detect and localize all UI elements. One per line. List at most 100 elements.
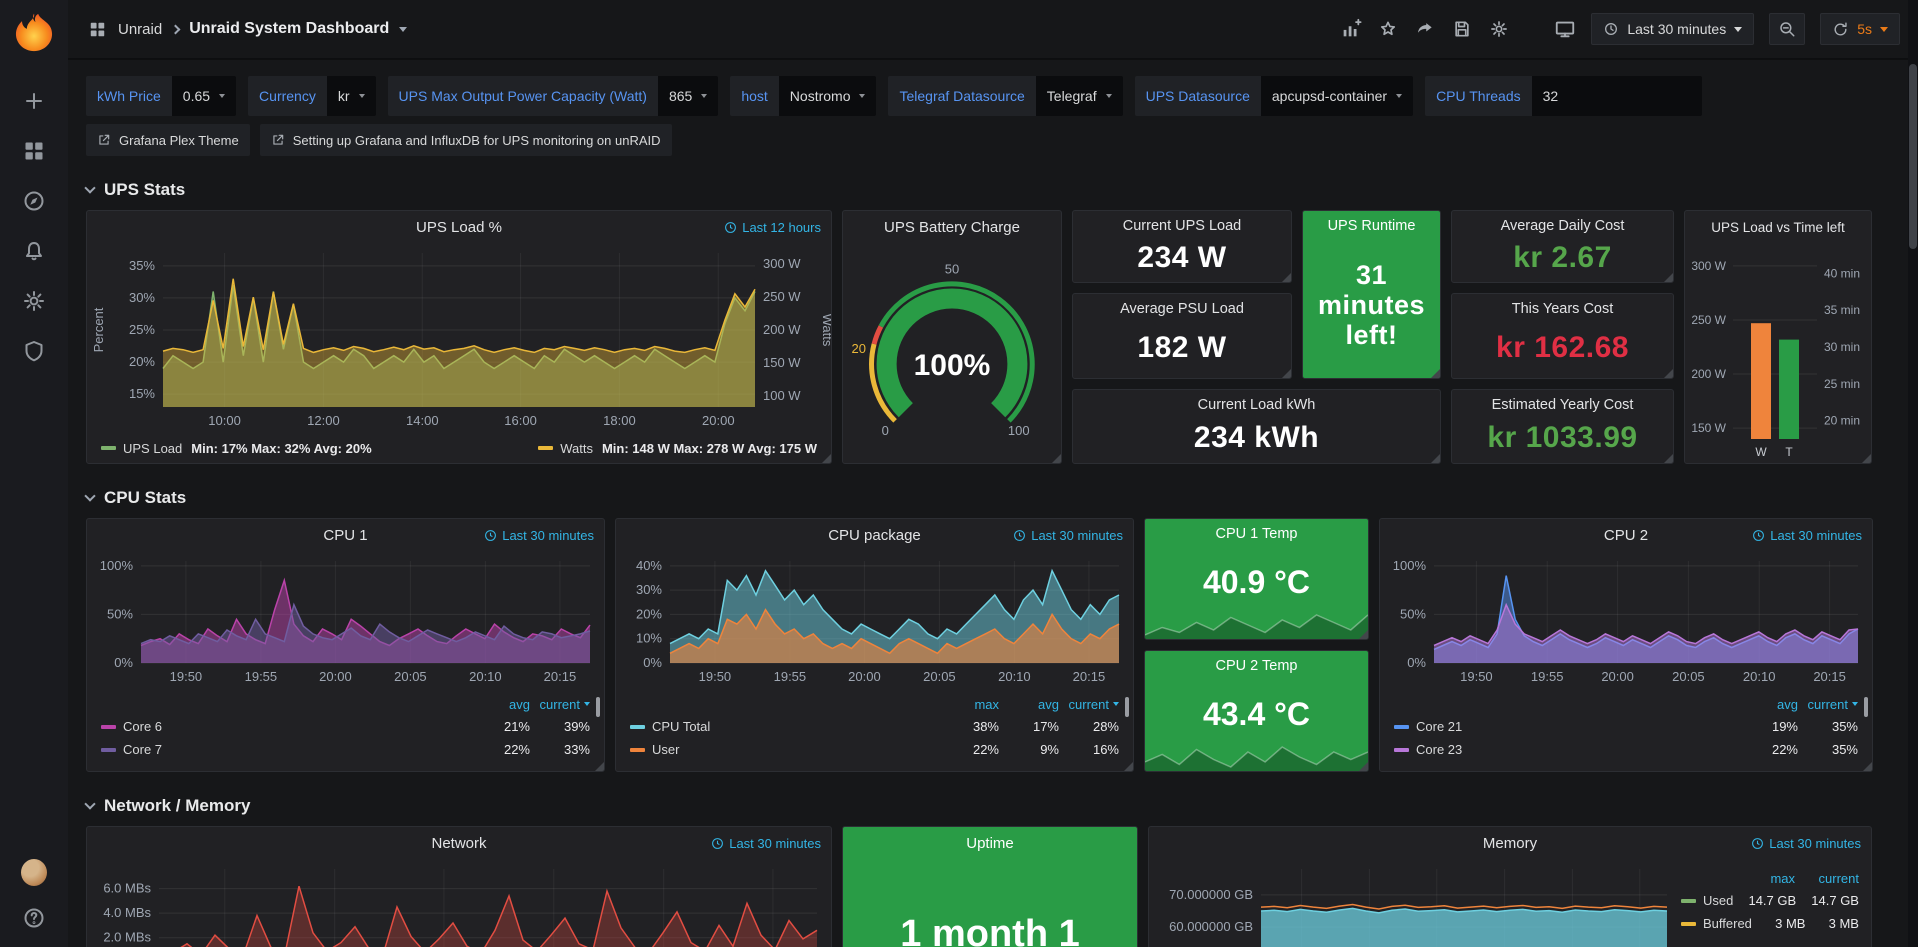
section-cpu-stats[interactable]: CPU Stats: [86, 488, 1918, 508]
panel-title[interactable]: Current Load kWh: [1073, 390, 1440, 413]
breadcrumb-dashboard-title[interactable]: Unraid System Dashboard: [189, 20, 389, 38]
legend-scrollbar[interactable]: [1125, 697, 1129, 717]
page-scrollbar[interactable]: [1908, 0, 1918, 947]
series-marker: [1394, 725, 1409, 729]
grafana-logo-icon[interactable]: [13, 12, 55, 54]
breadcrumb-folder[interactable]: Unraid: [118, 21, 162, 38]
ups-load-chart[interactable]: 10:0012:0014:0016:0018:0020:0015%20%25%3…: [87, 243, 831, 433]
legend-series-name[interactable]: CPU Total: [630, 719, 939, 734]
dashboard-switch-caret-icon[interactable]: [399, 27, 407, 32]
variable-dropdown[interactable]: Telegraf: [1036, 76, 1123, 116]
link-grafana-plex-theme[interactable]: Grafana Plex Theme: [86, 124, 250, 156]
user-avatar[interactable]: [21, 859, 47, 885]
save-button[interactable]: [1451, 18, 1473, 40]
cpu-threads-input[interactable]: [1532, 76, 1702, 116]
refresh-interval-caret-icon[interactable]: [1880, 27, 1888, 32]
dashboard-links-row: Grafana Plex Theme Setting up Grafana an…: [86, 124, 1918, 156]
legend-sort-avg[interactable]: avg: [999, 697, 1059, 712]
legend-sort-avg[interactable]: avg: [470, 697, 530, 712]
navbar-actions: Last 30 minutes 5s: [1340, 13, 1900, 45]
star-button[interactable]: [1377, 18, 1399, 40]
server-admin-shield-icon[interactable]: [21, 338, 47, 364]
panel-title[interactable]: Estimated Yearly Cost: [1452, 390, 1673, 413]
legend-series-watts[interactable]: Watts Min: 148 W Max: 278 W Avg: 175 W: [538, 441, 817, 456]
panel-title[interactable]: Current UPS Load: [1073, 211, 1291, 234]
legend-scrollbar[interactable]: [596, 697, 600, 717]
cpu-package-chart[interactable]: 19:5019:5520:0020:0520:1020:150%10%20%30…: [616, 551, 1133, 689]
panel-title[interactable]: UPS Runtime: [1303, 211, 1440, 234]
chart-legend: avg current Core 21 19% 35% Core 23 22% …: [1380, 689, 1872, 761]
legend-sort-avg[interactable]: avg: [1738, 697, 1798, 712]
battery-gauge-chart[interactable]: 02050100100%: [843, 243, 1061, 463]
clock-icon: [1013, 529, 1026, 542]
clock-icon: [1603, 21, 1619, 37]
dashboard-settings-button[interactable]: [1488, 18, 1510, 40]
alerting-bell-icon[interactable]: [21, 238, 47, 264]
zoom-out-button[interactable]: [1769, 13, 1805, 45]
explore-icon[interactable]: [21, 188, 47, 214]
dashboards-icon[interactable]: [21, 138, 47, 164]
section-network-memory[interactable]: Network / Memory: [86, 796, 1918, 816]
legend-series-name[interactable]: Core 23: [1394, 742, 1738, 757]
time-range-picker[interactable]: Last 30 minutes: [1591, 13, 1754, 45]
panel-title[interactable]: UPS Load vs Time left: [1711, 220, 1845, 235]
legend-sort-current[interactable]: current: [1798, 697, 1858, 712]
legend-series-name[interactable]: Core 7: [101, 742, 470, 757]
panel-title[interactable]: UPS Load %: [416, 219, 502, 236]
cpu1-chart[interactable]: 19:5019:5520:0020:0520:1020:150%50%100%: [87, 551, 604, 689]
svg-text:19:50: 19:50: [699, 669, 732, 684]
legend-sort-current[interactable]: current: [1795, 871, 1859, 886]
section-ups-stats[interactable]: UPS Stats: [86, 180, 1918, 200]
variable-dropdown[interactable]: 0.65: [172, 76, 236, 116]
variable-dropdown[interactable]: 865: [658, 76, 718, 116]
legend-sort-current[interactable]: current: [530, 697, 590, 712]
svg-text:2.0 MBs: 2.0 MBs: [103, 930, 151, 945]
panel-title[interactable]: CPU 2: [1604, 527, 1648, 544]
legend-series-name[interactable]: Used: [1681, 893, 1733, 908]
load-vs-time-bar-chart[interactable]: 150 W200 W250 W300 W20 min25 min30 min35…: [1685, 243, 1871, 463]
link-ups-monitoring-guide[interactable]: Setting up Grafana and InfluxDB for UPS …: [260, 124, 672, 156]
legend-value: 9%: [999, 742, 1059, 757]
panel-title[interactable]: CPU 1: [323, 527, 367, 544]
collapse-chevron-icon: [84, 490, 95, 501]
legend-series-name[interactable]: Core 6: [101, 719, 470, 734]
panel-title[interactable]: Average PSU Load: [1073, 294, 1291, 317]
legend-sort-current[interactable]: current: [1059, 697, 1119, 712]
legend-series-name[interactable]: Buffered: [1681, 916, 1752, 931]
network-chart[interactable]: 19:5019:5520:0020:0520:1020:152.0 MBs4.0…: [87, 859, 831, 947]
variable-dropdown[interactable]: kr: [327, 76, 376, 116]
configuration-gear-icon[interactable]: [21, 288, 47, 314]
help-icon[interactable]: [21, 905, 47, 931]
variable-dropdown[interactable]: apcupsd-container: [1261, 76, 1413, 116]
variable-dropdown[interactable]: Nostromo: [779, 76, 877, 116]
cpu2-chart[interactable]: 19:5019:5520:0020:0520:1020:150%50%100%: [1380, 551, 1872, 689]
dashboard-grid-icon[interactable]: [86, 18, 108, 40]
legend-series-ups-load[interactable]: UPS Load Min: 17% Max: 32% Avg: 20%: [101, 441, 372, 456]
panel-title[interactable]: Average Daily Cost: [1452, 211, 1673, 234]
add-panel-button[interactable]: [1340, 18, 1362, 40]
kiosk-mode-button[interactable]: [1554, 18, 1576, 40]
panel-title[interactable]: Uptime: [966, 835, 1014, 852]
panel-title[interactable]: UPS Battery Charge: [884, 219, 1020, 236]
panel-title[interactable]: CPU 1 Temp: [1145, 519, 1368, 542]
panel-title[interactable]: Memory: [1483, 835, 1537, 852]
legend-row: Core 7 22% 33%: [101, 738, 590, 761]
panel-title[interactable]: Network: [431, 835, 486, 852]
memory-chart[interactable]: 19:5019:5520:0020:0520:1020:1550.000000 …: [1149, 859, 1681, 947]
legend-scrollbar[interactable]: [1864, 697, 1868, 717]
legend-sort-max[interactable]: max: [939, 697, 999, 712]
legend-sort-max[interactable]: max: [1731, 871, 1795, 886]
create-icon[interactable]: [21, 88, 47, 114]
chart-legend: max current Used 14.7 GB 14.7 GB Buffere…: [1681, 859, 1871, 947]
legend-series-name[interactable]: User: [630, 742, 939, 757]
share-button[interactable]: [1414, 18, 1436, 40]
legend-value: 33%: [530, 742, 590, 757]
legend-series-name[interactable]: Core 21: [1394, 719, 1738, 734]
refresh-button[interactable]: 5s: [1820, 13, 1900, 45]
panel-title[interactable]: CPU 2 Temp: [1145, 651, 1368, 674]
scrollbar-thumb[interactable]: [1909, 64, 1917, 249]
variable-currency: Currency kr: [248, 76, 375, 116]
panel-title[interactable]: CPU package: [828, 527, 921, 544]
refresh-interval-label[interactable]: 5s: [1857, 21, 1872, 37]
panel-title[interactable]: This Years Cost: [1452, 294, 1673, 317]
